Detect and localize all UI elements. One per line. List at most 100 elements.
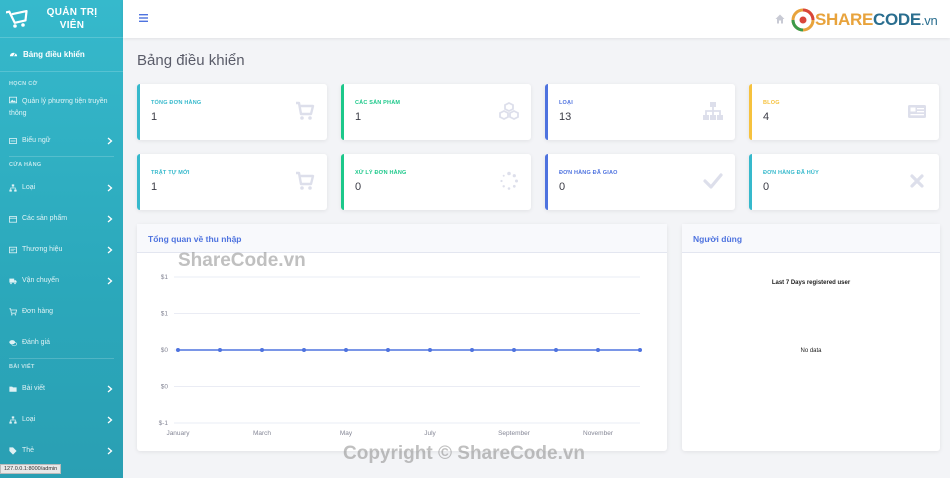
- watermark: Copyright © ShareCode.vn: [343, 443, 586, 464]
- earnings-panel-title: Tổng quan về thu nhập: [137, 224, 667, 253]
- status-url: 127.0.0.1:8000/admin: [0, 464, 62, 474]
- sidebar-item-media[interactable]: Quản lý phương tiện truyền thông: [0, 91, 123, 125]
- chevron-right-icon: [107, 246, 113, 253]
- sidebar-item-label: Loại: [22, 184, 36, 191]
- stat-card-categories[interactable]: LOẠI 13: [545, 84, 735, 140]
- card-value: 13: [559, 111, 572, 123]
- sidebar-item-label: Quản lý phương tiện truyền thông: [9, 96, 108, 117]
- stat-card-cancelled-orders[interactable]: ĐƠN HÀNG ĐÃ HỦY 0: [749, 154, 939, 210]
- card-label: ĐƠN HÀNG ĐÃ GIAO: [559, 170, 618, 176]
- data-point[interactable]: [176, 348, 180, 352]
- sitemap-icon: [9, 415, 17, 424]
- chevron-right-icon: [107, 184, 113, 191]
- truck-icon: [9, 278, 17, 284]
- newspaper-icon: [908, 105, 926, 118]
- y-tick-label: $0: [161, 347, 169, 354]
- sidebar-item-reviews[interactable]: Đánh giá: [0, 327, 123, 358]
- sidebar-heading: BÀI VIẾT: [9, 364, 35, 370]
- sidebar-item-posts[interactable]: Bài viết: [0, 373, 123, 404]
- sidebar-item-category[interactable]: Loại: [0, 172, 123, 203]
- chevron-right-icon: [107, 447, 113, 454]
- data-point[interactable]: [428, 348, 432, 352]
- watermark: ShareCode.vn: [178, 250, 306, 271]
- sidebar-item-orders[interactable]: Đơn hàng: [0, 296, 123, 327]
- data-point[interactable]: [218, 348, 222, 352]
- card-value: 1: [151, 181, 158, 193]
- card-label: BLOG: [763, 100, 780, 106]
- data-point[interactable]: [302, 348, 306, 352]
- box-icon: [9, 215, 17, 223]
- x-tick-label: March: [253, 430, 271, 437]
- data-point[interactable]: [554, 348, 558, 352]
- sitemap-icon: [9, 183, 17, 192]
- x-tick-label: July: [424, 430, 436, 437]
- spinner-icon: [500, 171, 518, 190]
- users-panel-title: Người dùng: [682, 224, 940, 253]
- banner-icon: [9, 137, 17, 144]
- data-point[interactable]: [470, 348, 474, 352]
- users-no-data: No data: [800, 348, 822, 354]
- y-tick-label: $-1: [159, 420, 169, 427]
- sidebar-brand[interactable]: QUẢN TRỊ VIÊN: [0, 0, 123, 38]
- card-label: TỔNG ĐƠN HÀNG: [151, 100, 202, 106]
- comments-icon: [9, 339, 17, 346]
- data-point[interactable]: [344, 348, 348, 352]
- sidebar-item-label: Đánh giá: [22, 339, 51, 346]
- tachometer-icon: [9, 52, 18, 57]
- card-label: ĐƠN HÀNG ĐÃ HỦY: [763, 170, 819, 176]
- card-value: 1: [355, 111, 362, 123]
- logo-text: SHARECODE.vn: [815, 10, 938, 29]
- home-icon[interactable]: [775, 14, 785, 24]
- data-point[interactable]: [260, 348, 264, 352]
- cart-icon: [296, 171, 315, 190]
- sidebar-item-post-category[interactable]: Loại: [0, 404, 123, 435]
- image-icon: [9, 96, 17, 104]
- x-tick-label: November: [583, 430, 614, 437]
- sidebar: QUẢN TRỊ VIÊN Bảng điều khiển HỌCN CỜ Qu…: [0, 0, 123, 478]
- y-tick-label: $1: [161, 274, 169, 281]
- shopping-cart-icon: [6, 9, 28, 28]
- x-tick-label: January: [166, 430, 190, 437]
- stat-card-products[interactable]: CÁC SẢN PHẨM 1: [341, 84, 531, 140]
- sidebar-item-label: Vận chuyển: [22, 277, 59, 284]
- tag-icon: [9, 246, 17, 253]
- chevron-right-icon: [107, 385, 113, 392]
- sidebar-item-label: Thương hiệu: [22, 246, 63, 253]
- sidebar-heading: HỌCN CỜ: [9, 81, 38, 87]
- sidebar-item-label: Bài viết: [22, 385, 45, 392]
- card-value: 4: [763, 111, 770, 123]
- card-value: 0: [763, 181, 770, 193]
- data-point[interactable]: [386, 348, 390, 352]
- chevron-right-icon: [107, 277, 113, 284]
- stat-card-new-orders[interactable]: TRẬT TỰ MỚI 1: [137, 154, 327, 210]
- sidebar-item-brand[interactable]: Thương hiệu: [0, 234, 123, 265]
- data-point[interactable]: [512, 348, 516, 352]
- sidebar-item-tags[interactable]: Thẻ: [0, 435, 123, 466]
- sharecode-logo: SHARECODE.vn: [791, 8, 938, 32]
- card-value: 1: [151, 111, 158, 123]
- card-value: 0: [559, 181, 566, 193]
- sidebar-item-dashboard[interactable]: Bảng điều khiển: [0, 38, 123, 72]
- stat-card-total-orders[interactable]: TỔNG ĐƠN HÀNG 1: [137, 84, 327, 140]
- stat-card-blog[interactable]: BLOG 4: [749, 84, 939, 140]
- sidebar-item-label: Loại: [22, 416, 36, 423]
- y-tick-label: $1: [161, 311, 169, 318]
- sidebar-heading: CỬA HÀNG: [9, 162, 42, 168]
- brand-title: QUẢN TRỊ VIÊN: [46, 6, 98, 31]
- data-point[interactable]: [638, 348, 642, 352]
- logo-mark-icon: [791, 8, 815, 32]
- stat-card-delivered-orders[interactable]: ĐƠN HÀNG ĐÃ GIAO 0: [545, 154, 735, 210]
- earnings-chart: $1 $1 $0 $0 $-1 January March May July September N…: [159, 274, 642, 437]
- menu-icon[interactable]: [139, 14, 148, 22]
- sidebar-item-label: Thẻ: [22, 447, 35, 454]
- card-label: LOẠI: [559, 100, 573, 106]
- cart-icon: [296, 101, 315, 120]
- sidebar-item-products[interactable]: Các sản phẩm: [0, 203, 123, 234]
- data-point[interactable]: [596, 348, 600, 352]
- card-label: CÁC SẢN PHẨM: [355, 100, 401, 106]
- tags-icon: [9, 446, 17, 455]
- stat-card-processing-orders[interactable]: XỬ LÝ ĐƠN HÀNG 0: [341, 154, 531, 210]
- cart-icon: [9, 307, 17, 316]
- sidebar-item-shipping[interactable]: Vận chuyển: [0, 265, 123, 296]
- sidebar-item-banner[interactable]: Biểu ngữ: [0, 125, 123, 156]
